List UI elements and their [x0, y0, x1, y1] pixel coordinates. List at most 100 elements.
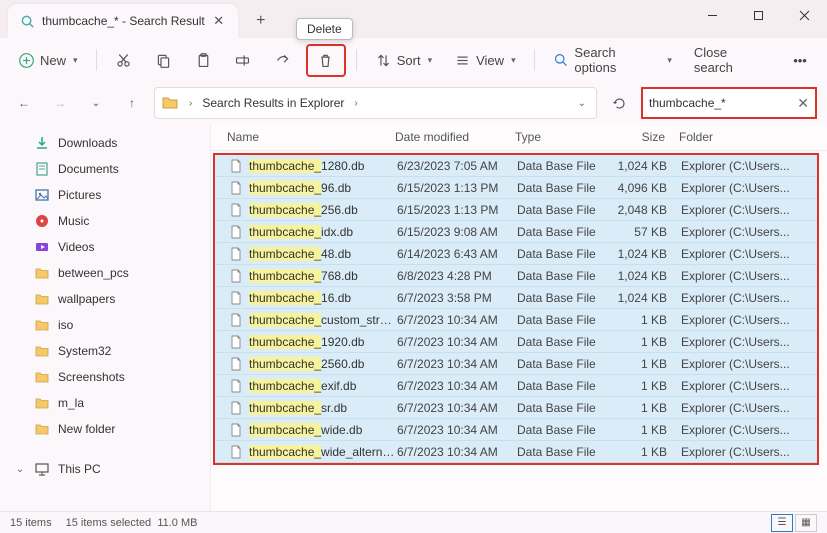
cell-type: Data Base File: [517, 247, 617, 261]
tab-search-result[interactable]: thumbcache_* - Search Result ✕: [8, 4, 238, 38]
refresh-button[interactable]: [605, 89, 633, 117]
search-options-button[interactable]: Search options▾: [545, 40, 680, 80]
recent-locations-button[interactable]: ⌄: [82, 89, 110, 117]
search-box[interactable]: thumbcache_* ✕: [641, 87, 817, 119]
close-search-button[interactable]: Close search: [686, 40, 777, 80]
cell-date: 6/7/2023 10:34 AM: [397, 313, 517, 327]
cell-folder: Explorer (C:\Users...: [681, 181, 817, 195]
file-icon: [229, 225, 243, 239]
new-tab-button[interactable]: +: [246, 6, 276, 36]
close-window-button[interactable]: [781, 0, 827, 30]
thumbnails-view-toggle[interactable]: ▦: [795, 514, 817, 532]
sidebar-item[interactable]: Music: [10, 208, 210, 234]
file-icon: [229, 379, 243, 393]
table-row[interactable]: thumbcache_16.db6/7/2023 3:58 PMData Bas…: [215, 287, 817, 309]
file-icon: [229, 313, 243, 327]
table-row[interactable]: thumbcache_idx.db6/15/2023 9:08 AMData B…: [215, 221, 817, 243]
chevron-right-icon[interactable]: ›: [350, 98, 361, 109]
column-headers: Name Date modified Type Size Folder: [211, 124, 827, 151]
table-row[interactable]: thumbcache_exif.db6/7/2023 10:34 AMData …: [215, 375, 817, 397]
cell-folder: Explorer (C:\Users...: [681, 401, 817, 415]
cell-date: 6/7/2023 10:34 AM: [397, 335, 517, 349]
cell-name: thumbcache_1280.db: [249, 159, 397, 173]
chevron-down-icon[interactable]: ⌄: [574, 98, 590, 109]
cell-type: Data Base File: [517, 379, 617, 393]
view-button[interactable]: View▾: [446, 47, 523, 74]
table-row[interactable]: thumbcache_48.db6/14/2023 6:43 AMData Ba…: [215, 243, 817, 265]
table-row[interactable]: thumbcache_wide_alternate.db6/7/2023 10:…: [215, 441, 817, 463]
table-row[interactable]: thumbcache_96.db6/15/2023 1:13 PMData Ba…: [215, 177, 817, 199]
table-row[interactable]: thumbcache_wide.db6/7/2023 10:34 AMData …: [215, 419, 817, 441]
trash-icon: [317, 52, 334, 69]
col-size[interactable]: Size: [615, 130, 679, 144]
new-button[interactable]: New▾: [10, 47, 86, 74]
table-row[interactable]: thumbcache_sr.db6/7/2023 10:34 AMData Ba…: [215, 397, 817, 419]
sidebar-item[interactable]: System32: [10, 338, 210, 364]
table-row[interactable]: thumbcache_custom_stream.db6/7/2023 10:3…: [215, 309, 817, 331]
cell-size: 2,048 KB: [617, 203, 681, 217]
col-type[interactable]: Type: [515, 130, 615, 144]
col-folder[interactable]: Folder: [679, 130, 827, 144]
back-button[interactable]: ←: [10, 89, 38, 117]
cell-name: thumbcache_768.db: [249, 269, 397, 283]
table-row[interactable]: thumbcache_256.db6/15/2023 1:13 PMData B…: [215, 199, 817, 221]
sidebar-item[interactable]: Pictures: [10, 182, 210, 208]
cell-name: thumbcache_48.db: [249, 247, 397, 261]
clear-search-icon[interactable]: ✕: [797, 95, 809, 112]
cell-date: 6/7/2023 3:58 PM: [397, 291, 517, 305]
rename-button[interactable]: [226, 47, 260, 74]
up-button[interactable]: ↑: [118, 89, 146, 117]
sidebar-item[interactable]: iso: [10, 312, 210, 338]
sidebar-item[interactable]: New folder: [10, 416, 210, 442]
delete-button[interactable]: [309, 47, 343, 74]
table-row[interactable]: thumbcache_1920.db6/7/2023 10:34 AMData …: [215, 331, 817, 353]
paste-button[interactable]: [186, 47, 220, 74]
details-view-toggle[interactable]: ☰: [771, 514, 793, 532]
sidebar-item[interactable]: Downloads: [10, 130, 210, 156]
sidebar-item[interactable]: Screenshots: [10, 364, 210, 390]
file-icon: [229, 291, 243, 305]
sidebar-item[interactable]: m_la: [10, 390, 210, 416]
table-row[interactable]: thumbcache_768.db6/8/2023 4:28 PMData Ba…: [215, 265, 817, 287]
address-bar[interactable]: › Search Results in Explorer › ⌄: [154, 87, 597, 119]
file-icon: [229, 203, 243, 217]
expand-icon[interactable]: ⌄: [14, 464, 26, 475]
cell-date: 6/7/2023 10:34 AM: [397, 423, 517, 437]
col-name[interactable]: Name: [227, 130, 395, 144]
cell-date: 6/7/2023 10:34 AM: [397, 357, 517, 371]
maximize-button[interactable]: [735, 0, 781, 30]
sidebar-item[interactable]: Documents: [10, 156, 210, 182]
copy-button[interactable]: [146, 47, 180, 74]
table-row[interactable]: thumbcache_1280.db6/23/2023 7:05 AMData …: [215, 155, 817, 177]
cut-button[interactable]: [107, 47, 141, 74]
sidebar-item-this-pc[interactable]: ⌄This PC: [10, 456, 210, 482]
cell-folder: Explorer (C:\Users...: [681, 159, 817, 173]
download-icon: [34, 135, 50, 151]
sidebar-item[interactable]: between_pcs: [10, 260, 210, 286]
content-pane: Name Date modified Type Size Folder thum…: [210, 124, 827, 511]
col-date[interactable]: Date modified: [395, 130, 515, 144]
chevron-right-icon[interactable]: ›: [185, 98, 196, 109]
minimize-button[interactable]: [689, 0, 735, 30]
titlebar: thumbcache_* - Search Result ✕ + Delete: [0, 0, 827, 38]
forward-button[interactable]: →: [46, 89, 74, 117]
cell-size: 57 KB: [617, 225, 681, 239]
cell-size: 4,096 KB: [617, 181, 681, 195]
folder-icon: [34, 343, 50, 359]
breadcrumb-segment[interactable]: Search Results in Explorer: [202, 96, 344, 110]
search-options-icon: [553, 52, 570, 69]
tab-close-icon[interactable]: ✕: [212, 14, 226, 28]
cell-name: thumbcache_256.db: [249, 203, 397, 217]
sidebar-item[interactable]: Videos: [10, 234, 210, 260]
cell-size: 1 KB: [617, 379, 681, 393]
cell-type: Data Base File: [517, 181, 617, 195]
table-row[interactable]: thumbcache_2560.db6/7/2023 10:34 AMData …: [215, 353, 817, 375]
more-button[interactable]: •••: [783, 48, 817, 73]
share-button[interactable]: [266, 47, 300, 74]
status-selected: 15 items selected 11.0 MB: [66, 517, 198, 529]
sidebar-item[interactable]: wallpapers: [10, 286, 210, 312]
sort-button[interactable]: Sort▾: [367, 47, 440, 74]
cell-folder: Explorer (C:\Users...: [681, 445, 817, 459]
address-row: ← → ⌄ ↑ › Search Results in Explorer › ⌄…: [0, 82, 827, 124]
folder-icon: [34, 369, 50, 385]
